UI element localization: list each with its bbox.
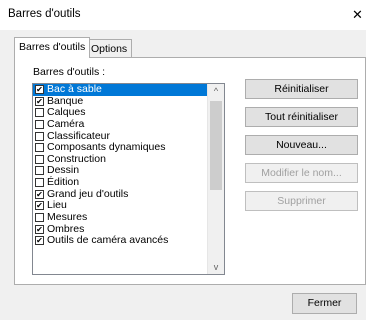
tab-options[interactable]: Options (86, 39, 133, 57)
checkbox[interactable] (35, 131, 44, 141)
list-item-label: Ombres (47, 222, 85, 235)
list-item-label: Lieu (47, 199, 67, 212)
list-item-label: Édition (47, 176, 80, 189)
window-title: Barres d'outils (8, 8, 81, 20)
tab-panel: Barres d'outils : Bac à sableBanqueCalqu… (14, 57, 366, 285)
close-icon[interactable]: ✕ (352, 0, 366, 30)
toolbars-listbox[interactable]: Bac à sableBanqueCalquesCaméraClassifica… (32, 83, 225, 275)
title-bar: Barres d'outils ✕ (0, 0, 366, 30)
toolbars-list-label: Barres d'outils : (33, 66, 106, 78)
toolbars-list: Bac à sableBanqueCalquesCaméraClassifica… (33, 84, 210, 247)
checkbox[interactable] (35, 119, 44, 129)
scroll-down-icon[interactable]: v (208, 260, 224, 274)
checkbox[interactable] (35, 166, 44, 176)
list-item-label: Construction (47, 152, 106, 165)
list-item-label: Caméra (47, 117, 85, 130)
scroll-up-icon[interactable]: ^ (208, 84, 224, 98)
tab-toolbars[interactable]: Barres d'outils (14, 37, 91, 58)
list-item-label: Outils de caméra avancés (47, 234, 169, 247)
new-button[interactable]: Nouveau... (245, 135, 358, 155)
list-item-label: Calques (47, 106, 86, 119)
checkbox[interactable] (35, 108, 44, 118)
delete-button[interactable]: Supprimer (245, 191, 358, 211)
list-item-label: Composants dynamiques (47, 141, 166, 154)
checkbox[interactable] (35, 143, 44, 153)
close-button[interactable]: Fermer (292, 293, 357, 314)
list-item-label: Mesures (47, 211, 88, 224)
scroll-thumb[interactable] (210, 101, 222, 190)
list-item-label: Classificateur (47, 129, 111, 142)
checkbox[interactable] (35, 85, 44, 94)
checkbox[interactable] (35, 154, 44, 164)
list-item-label: Bac à sable (47, 83, 102, 95)
checkbox[interactable] (35, 96, 44, 106)
list-item-label: Banque (47, 94, 84, 107)
checkbox[interactable] (35, 224, 44, 234)
list-item-label: Dessin (47, 164, 80, 177)
list-item-label: Grand jeu d'outils (47, 187, 129, 200)
checkbox[interactable] (35, 201, 44, 211)
list-item[interactable]: Outils de caméra avancés (33, 235, 210, 247)
checkbox[interactable] (35, 189, 44, 199)
checkbox[interactable] (35, 178, 44, 188)
checkbox[interactable] (35, 236, 44, 246)
reset-all-button[interactable]: Tout réinitialiser (245, 107, 358, 127)
reset-button[interactable]: Réinitialiser (245, 79, 358, 99)
rename-button[interactable]: Modifier le nom... (245, 163, 358, 183)
checkbox[interactable] (35, 213, 44, 223)
list-scrollbar[interactable]: ^ v (207, 84, 224, 274)
